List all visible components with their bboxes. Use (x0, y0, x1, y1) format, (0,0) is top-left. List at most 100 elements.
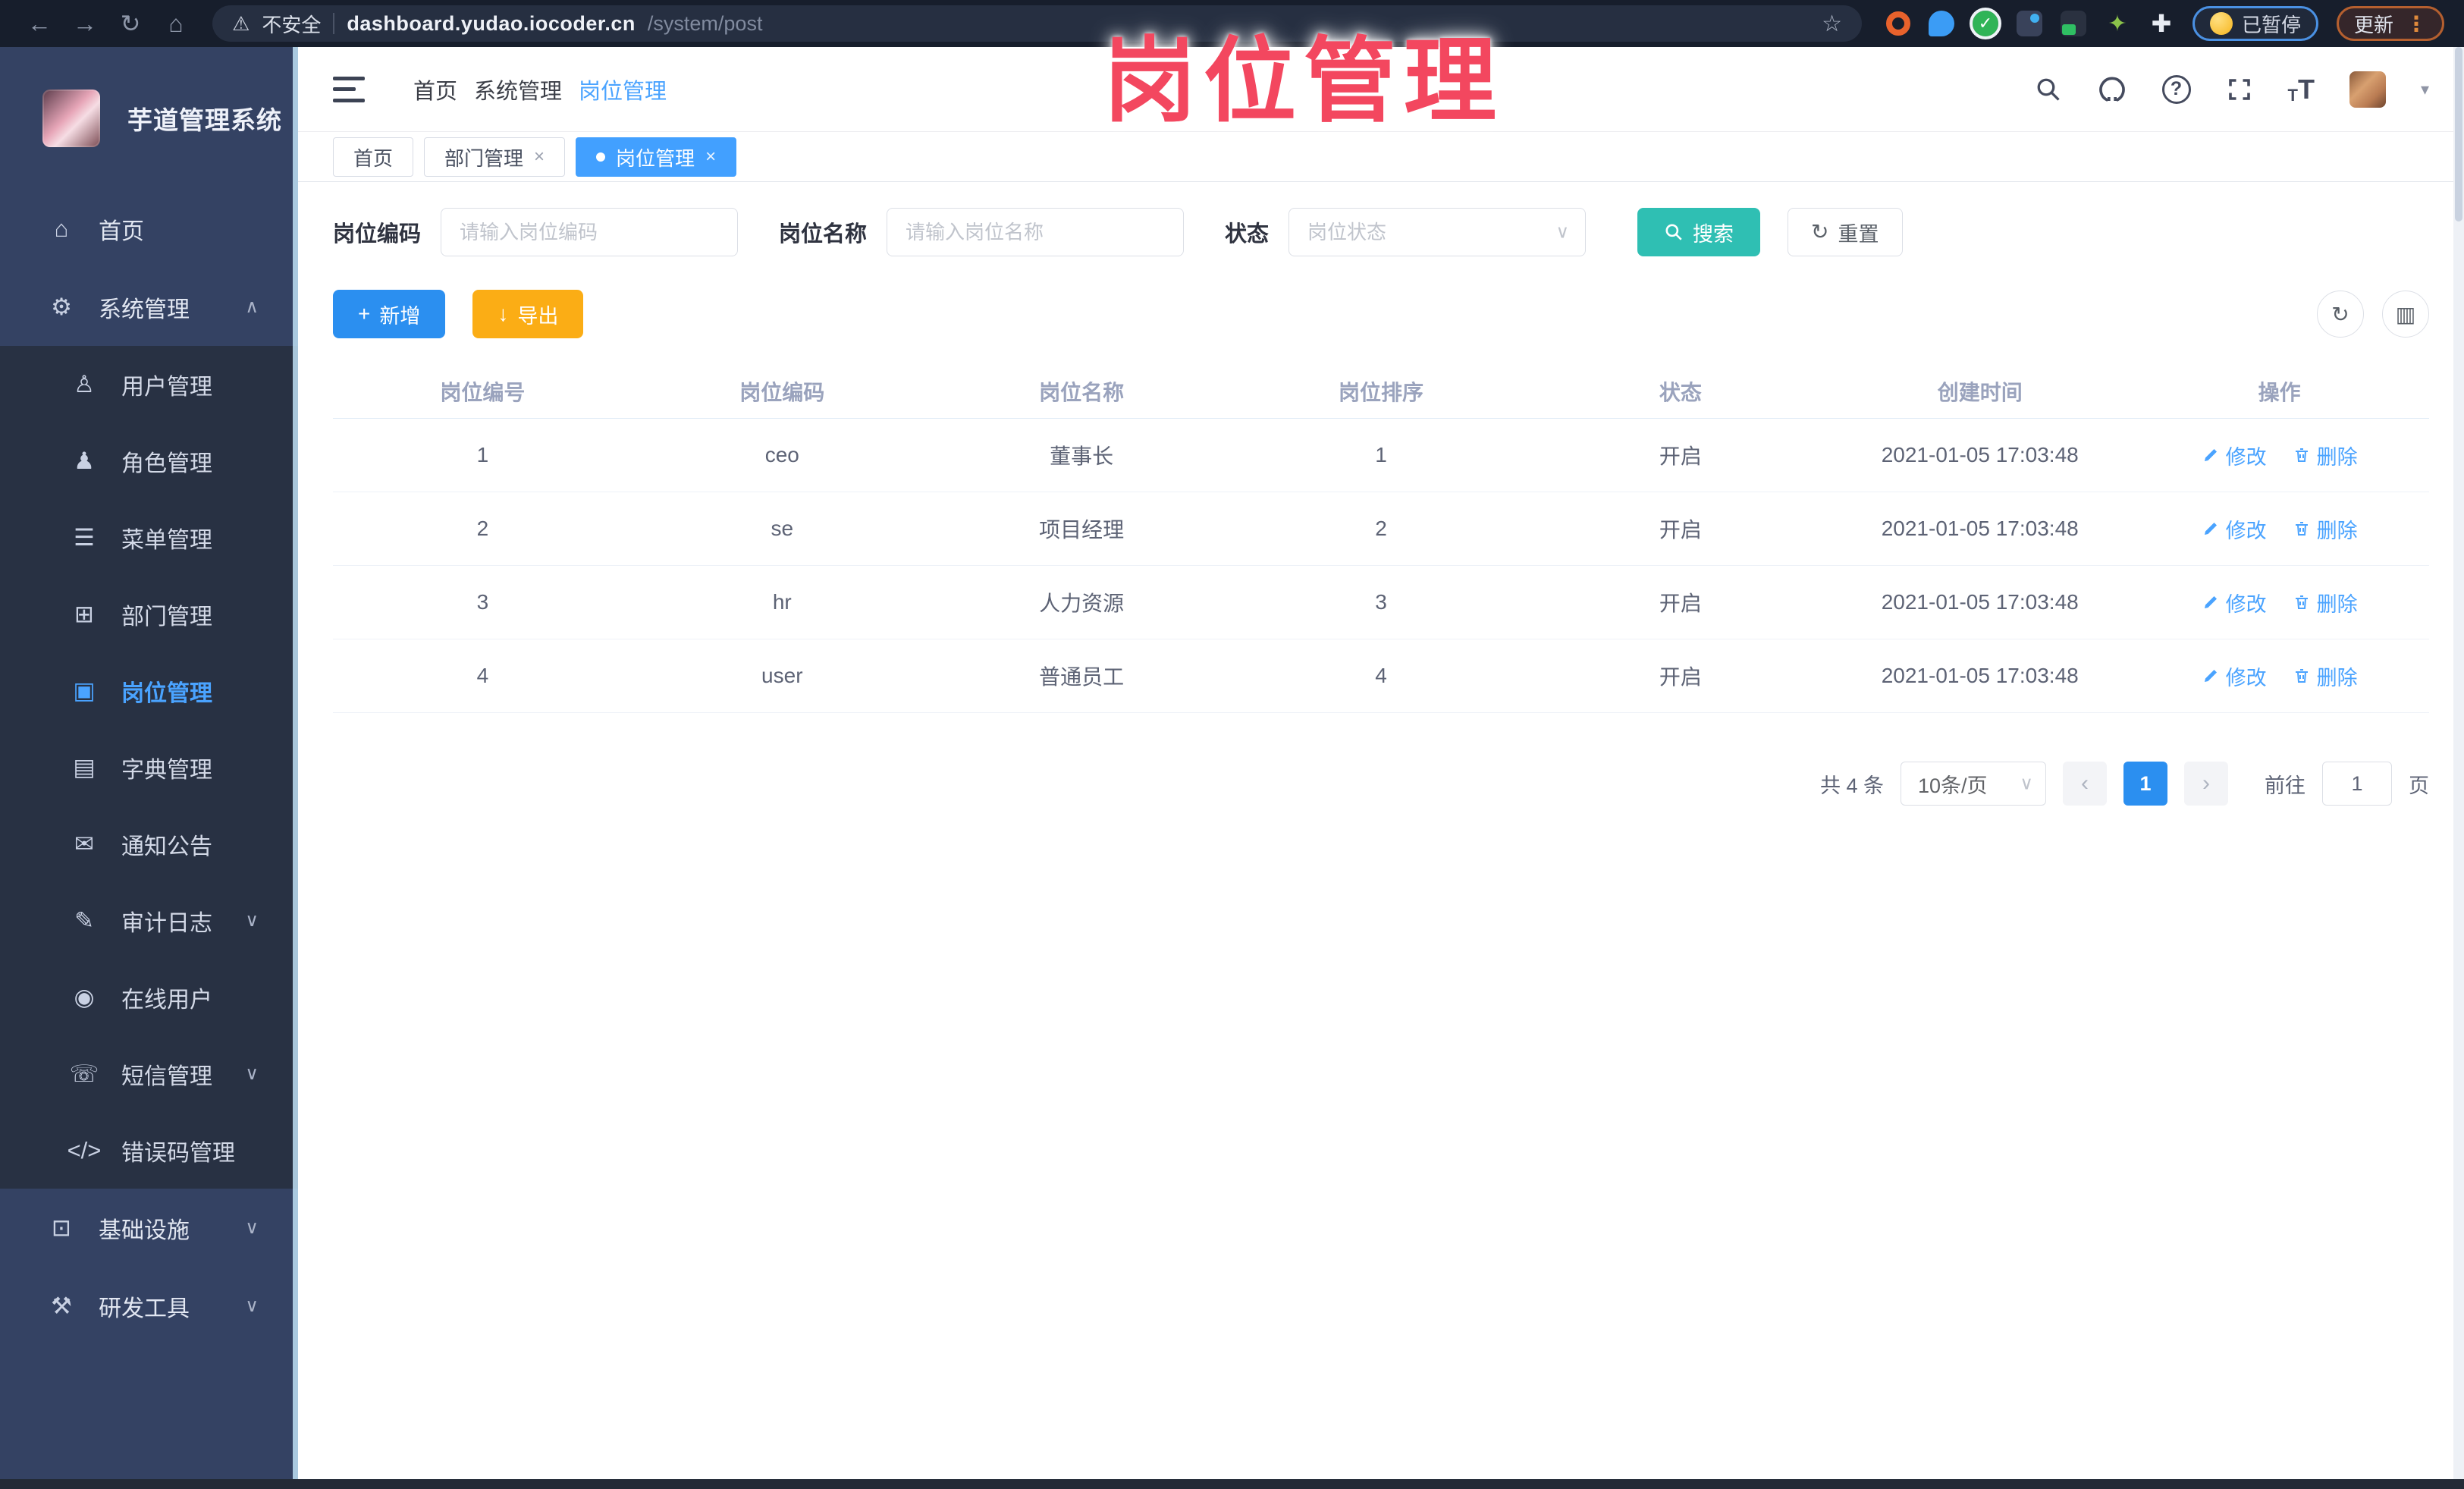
page-scrollbar[interactable] (2453, 47, 2464, 1480)
cell-status: 开启 (1659, 592, 1702, 615)
app-title: 芋道管理系统 (127, 106, 282, 134)
sidebar-item-role-mgmt[interactable]: ♟ 角色管理 (0, 423, 298, 499)
post-code-input[interactable] (441, 208, 739, 256)
add-button[interactable]: + 新增 (333, 290, 446, 338)
edit-link[interactable]: 修改 (2202, 514, 2267, 544)
update-button[interactable]: 更新 ⋮ (2336, 6, 2444, 41)
browser-reload-icon[interactable]: ↻ (111, 6, 150, 41)
search-button[interactable]: 搜索 (1637, 208, 1761, 256)
pagination: 共 4 条 10条/页 ∨ ‹ 1 › 前往 页 (333, 762, 2429, 806)
sidebar-item-notice[interactable]: ✉ 通知公告 (0, 806, 298, 882)
table-row-项目经理[interactable]: 2 se 项目经理 2 开启 2021-01-05 17:03:48 修改 删除 (333, 492, 2429, 566)
chevron-icon: ∧ (245, 297, 259, 317)
delete-link[interactable]: 删除 (2293, 514, 2358, 544)
column-settings-button[interactable]: ▥ (2382, 291, 2429, 338)
post-code-label: 岗位编码 (333, 222, 422, 247)
status-select[interactable]: ∨ (1288, 208, 1587, 256)
sidebar-item-label: 菜单管理 (121, 527, 212, 553)
header-actions: ? TT ▾ (2035, 71, 2429, 108)
chevron-icon: ∨ (245, 910, 259, 931)
address-bar[interactable]: ⚠ 不安全 dashboard.yudao.iocoder.cn /system… (212, 5, 1862, 42)
extension-sprout-icon[interactable]: ✦ (2105, 11, 2130, 36)
update-label: 更新 (2353, 13, 2393, 36)
next-page-button[interactable]: › (2184, 762, 2228, 806)
chevron-icon: ∨ (245, 1217, 259, 1238)
extension-miniprogram-icon[interactable] (2060, 11, 2086, 36)
user-avatar[interactable] (2349, 71, 2386, 108)
refresh-button[interactable]: ↻ (2317, 291, 2364, 338)
sidebar-item-sms-mgmt[interactable]: ☏ 短信管理 ∨ (0, 1035, 298, 1112)
sidebar-item-home[interactable]: ⌂ 首页 (0, 190, 298, 268)
breadcrumb-item[interactable]: 系统管理 (474, 74, 562, 105)
sidebar-item-label: 岗位管理 (121, 680, 212, 706)
sidebar-scrollbar[interactable] (293, 47, 298, 1489)
extensions-puzzle-icon[interactable]: ✚ (2149, 10, 2174, 37)
extension-orange-ring-icon[interactable] (1885, 11, 1910, 36)
hamburger-icon[interactable] (333, 76, 365, 102)
sidebar-item-dict-mgmt[interactable]: ▤ 字典管理 (0, 729, 298, 806)
extension-blue-drop-icon[interactable] (1928, 11, 1954, 36)
cell-post-sort: 4 (1375, 664, 1387, 687)
sidebar-item-dept-mgmt[interactable]: ⊞ 部门管理 (0, 576, 298, 652)
reset-button[interactable]: ↻ 重置 (1788, 208, 1903, 256)
table-row-人力资源[interactable]: 3 hr 人力资源 3 开启 2021-01-05 17:03:48 修改 删除 (333, 566, 2429, 639)
post-name-input[interactable] (887, 208, 1185, 256)
export-button[interactable]: ↓ 导出 (472, 290, 584, 338)
sidebar-item-audit-log[interactable]: ✎ 审计日志 ∨ (0, 882, 298, 959)
browser-home-icon[interactable]: ⌂ (156, 6, 196, 41)
view-tab[interactable]: 部门管理 × (424, 137, 566, 177)
cell-status: 开启 (1659, 518, 1702, 542)
bookmark-star-icon[interactable]: ☆ (1822, 11, 1842, 37)
page-size-select[interactable]: 10条/页 ∨ (1901, 762, 2046, 806)
sidebar-item-menu-mgmt[interactable]: ☰ 菜单管理 (0, 499, 298, 576)
font-size-icon[interactable]: TT (2288, 74, 2315, 105)
sidebar-item-user-mgmt[interactable]: ♙ 用户管理 (0, 346, 298, 423)
table-row-普通员工[interactable]: 4 user 普通员工 4 开启 2021-01-05 17:03:48 修改 (333, 639, 2429, 713)
browser-forward-icon[interactable]: → (65, 6, 105, 41)
prev-page-button[interactable]: ‹ (2063, 762, 2107, 806)
table-header-cell: 创建时间 (1937, 380, 2023, 404)
scrollbar-thumb[interactable] (2455, 47, 2462, 221)
paused-badge[interactable]: 已暂停 (2192, 6, 2318, 41)
security-label[interactable]: 不安全 (262, 10, 321, 38)
cell-created-time: 2021-01-05 17:03:48 (1881, 664, 2079, 687)
status-select-input[interactable] (1288, 208, 1587, 256)
close-icon[interactable]: × (705, 146, 716, 168)
browser-back-icon[interactable]: ← (20, 6, 59, 41)
breadcrumb-item[interactable]: 首页 (413, 74, 457, 105)
delete-link[interactable]: 删除 (2293, 661, 2358, 691)
breadcrumb-item[interactable]: 岗位管理 (579, 74, 667, 105)
table-row-董事长[interactable]: 1 ceo 董事长 1 开启 2021-01-05 17:03:48 修改 删除 (333, 419, 2429, 492)
sidebar-item-icon: ☰ (74, 523, 95, 551)
github-icon[interactable] (2097, 74, 2127, 105)
avatar-caret-icon[interactable]: ▾ (2421, 80, 2429, 99)
view-tab[interactable]: 首页 (333, 137, 414, 177)
goto-page-input[interactable] (2322, 762, 2392, 806)
sidebar-item-icon: ◉ (74, 983, 95, 1010)
sidebar-item-post-mgmt[interactable]: ▣ 岗位管理 (0, 652, 298, 729)
extension-sliders-icon[interactable] (2016, 11, 2042, 36)
cell-status: 开启 (1659, 665, 1702, 689)
edit-link[interactable]: 修改 (2202, 661, 2267, 691)
app-logo (42, 90, 100, 147)
app-logo-row[interactable]: 芋道管理系统 (0, 47, 298, 190)
sidebar-item-infrastructure[interactable]: ⊡ 基础设施 ∨ (0, 1189, 298, 1267)
sidebar-item-system[interactable]: ⚙ 系统管理 ∧ (0, 268, 298, 346)
close-icon[interactable]: × (534, 146, 545, 168)
edit-link[interactable]: 修改 (2202, 441, 2267, 470)
sidebar-item-online-users[interactable]: ◉ 在线用户 (0, 959, 298, 1035)
delete-link[interactable]: 删除 (2293, 588, 2358, 617)
view-tab[interactable]: 岗位管理 × (576, 137, 737, 177)
extension-green-check-icon[interactable]: ✓ (1969, 8, 2001, 39)
page-number-1[interactable]: 1 (2123, 762, 2167, 806)
table-header-row: 岗位编号 岗位编码 岗位名称 岗位排序 状态 创建时间 操作 (333, 364, 2429, 419)
search-icon[interactable] (2035, 76, 2062, 103)
help-icon[interactable]: ? (2161, 74, 2191, 104)
fullscreen-icon[interactable] (2226, 76, 2253, 103)
delete-link[interactable]: 删除 (2293, 441, 2358, 470)
edit-link[interactable]: 修改 (2202, 588, 2267, 617)
sidebar-item-errcode-mgmt[interactable]: </> 错误码管理 (0, 1112, 298, 1189)
sidebar-item-dev-tools[interactable]: ⚒ 研发工具 ∨ (0, 1267, 298, 1345)
delete-link-label: 删除 (2316, 666, 2358, 690)
kebab-menu-icon[interactable]: ⋮ (2406, 11, 2427, 36)
